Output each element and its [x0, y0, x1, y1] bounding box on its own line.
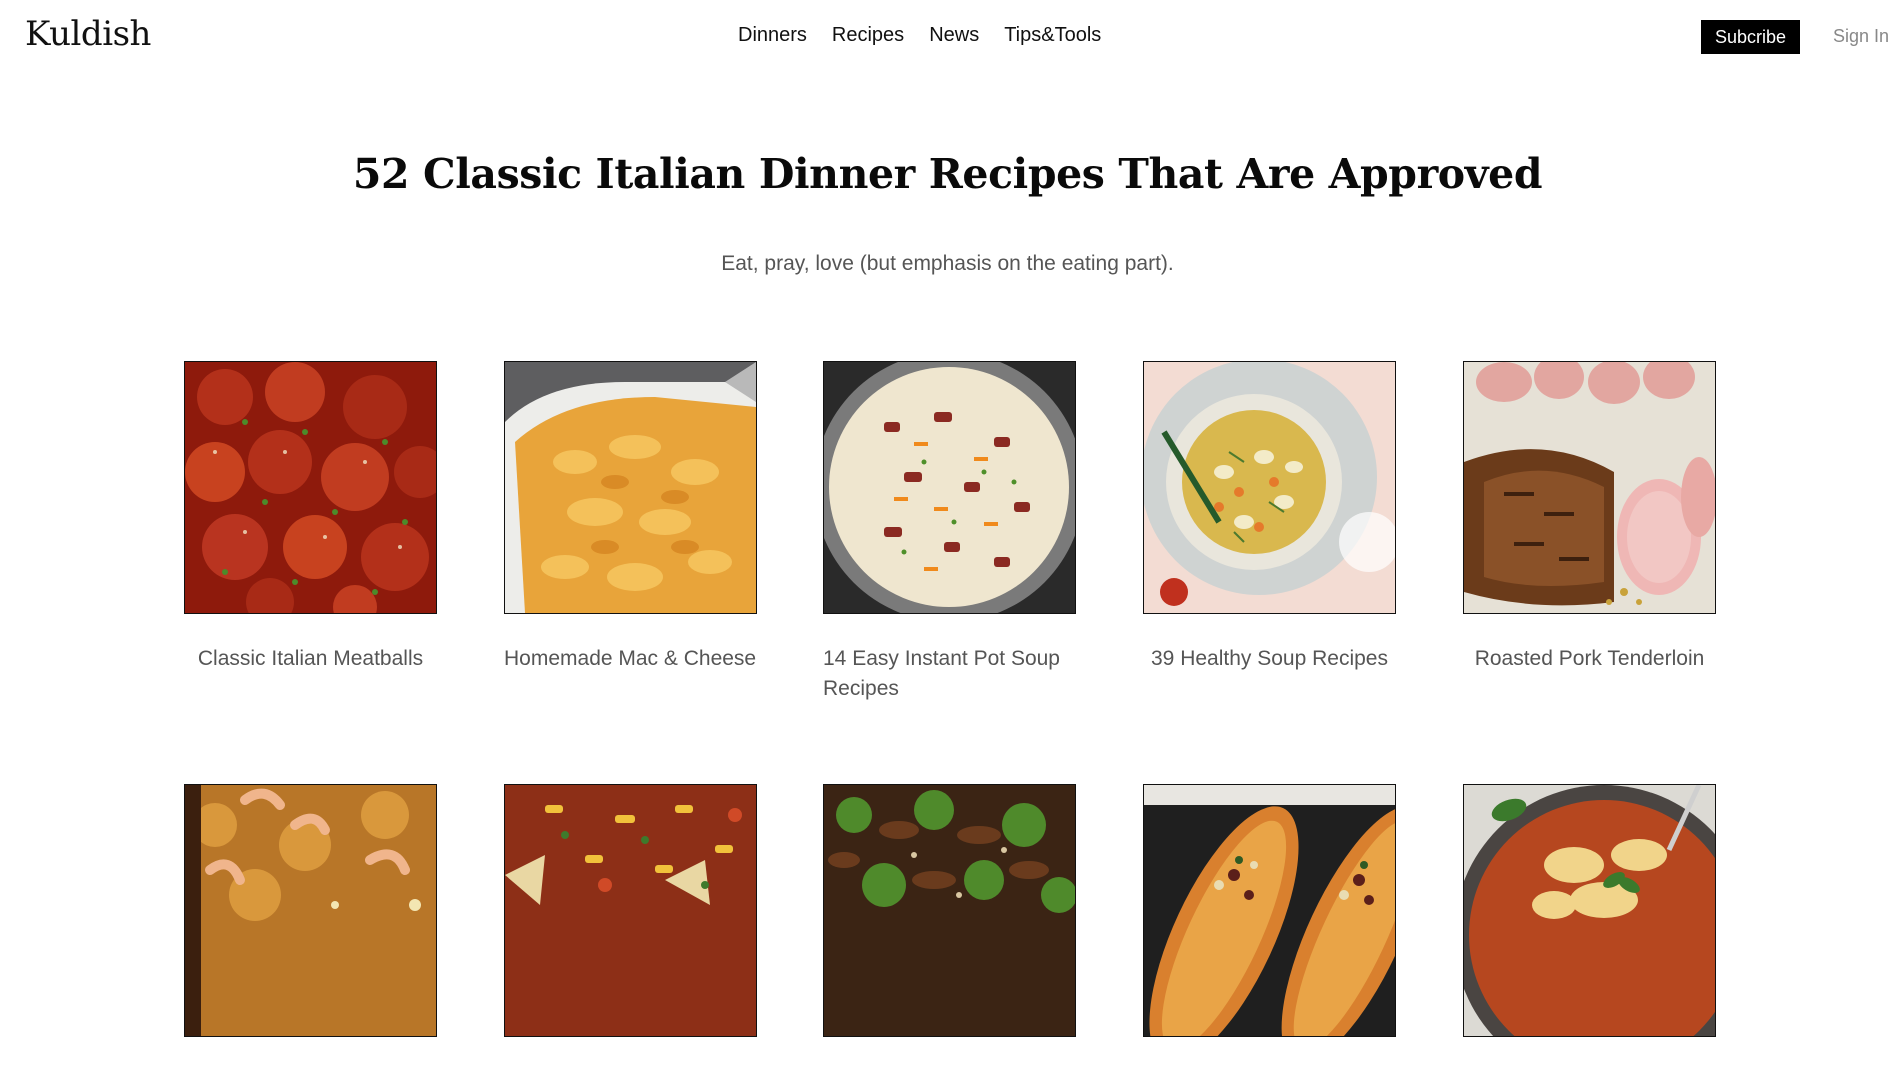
- recipe-title[interactable]: Classic Italian Meatballs: [184, 644, 437, 674]
- pork-tenderloin-image: [1464, 362, 1715, 613]
- recipe-image[interactable]: [823, 361, 1076, 614]
- recipe-image[interactable]: [184, 361, 437, 614]
- recipe-title[interactable]: Homemade Mac & Cheese: [504, 644, 757, 674]
- recipe-card[interactable]: [184, 784, 437, 1067]
- mac-and-cheese-image: [505, 362, 756, 613]
- nav-item-dinners[interactable]: Dinners: [738, 24, 807, 47]
- recipe-image[interactable]: [184, 784, 437, 1037]
- recipe-card[interactable]: [504, 784, 757, 1067]
- recipe-image[interactable]: [1463, 784, 1716, 1037]
- shrimp-paella-image: [185, 785, 436, 1036]
- recipe-card[interactable]: [1463, 784, 1716, 1067]
- taco-chili-image: [505, 785, 756, 1036]
- recipe-card[interactable]: 14 Easy Instant Pot Soup Recipes: [823, 361, 1076, 704]
- recipe-card[interactable]: 39 Healthy Soup Recipes: [1143, 361, 1396, 674]
- recipe-card[interactable]: Homemade Mac & Cheese: [504, 361, 757, 674]
- nav-item-tips-tools[interactable]: Tips&Tools: [1004, 24, 1101, 47]
- recipe-image[interactable]: [823, 784, 1076, 1037]
- sign-in-link[interactable]: Sign In: [1833, 26, 1889, 47]
- subscribe-button[interactable]: Subcribe: [1701, 20, 1800, 54]
- recipe-title[interactable]: Roasted Pork Tenderloin: [1463, 644, 1716, 674]
- recipe-card[interactable]: [823, 784, 1076, 1067]
- page-subtitle: Eat, pray, love (but emphasis on the eat…: [721, 252, 1174, 275]
- recipe-card[interactable]: Roasted Pork Tenderloin: [1463, 361, 1716, 674]
- site-header: Kuldish Dinners Recipes News Tips&Tools …: [0, 0, 1895, 75]
- page-title: 52 Classic Italian Dinner Recipes That A…: [352, 150, 1543, 198]
- recipe-title[interactable]: 39 Healthy Soup Recipes: [1143, 644, 1396, 674]
- stuffed-squash-image: [1144, 785, 1395, 1036]
- baked-pasta-image: [1464, 785, 1715, 1036]
- site-logo[interactable]: Kuldish: [25, 14, 151, 54]
- nav-item-recipes[interactable]: Recipes: [832, 24, 904, 47]
- recipe-image[interactable]: [504, 784, 757, 1037]
- recipe-card[interactable]: Classic Italian Meatballs: [184, 361, 437, 674]
- instant-pot-soup-image: [824, 362, 1075, 613]
- healthy-soup-image: [1144, 362, 1395, 613]
- recipe-image[interactable]: [504, 361, 757, 614]
- recipe-card[interactable]: [1143, 784, 1396, 1067]
- recipe-image[interactable]: [1143, 361, 1396, 614]
- meatballs-image: [185, 362, 436, 613]
- beef-broccoli-image: [824, 785, 1075, 1036]
- nav-item-news[interactable]: News: [929, 24, 979, 47]
- recipe-image[interactable]: [1143, 784, 1396, 1037]
- recipe-title[interactable]: 14 Easy Instant Pot Soup Recipes: [823, 644, 1076, 704]
- main-nav: Dinners Recipes News Tips&Tools: [738, 24, 1101, 47]
- recipe-image[interactable]: [1463, 361, 1716, 614]
